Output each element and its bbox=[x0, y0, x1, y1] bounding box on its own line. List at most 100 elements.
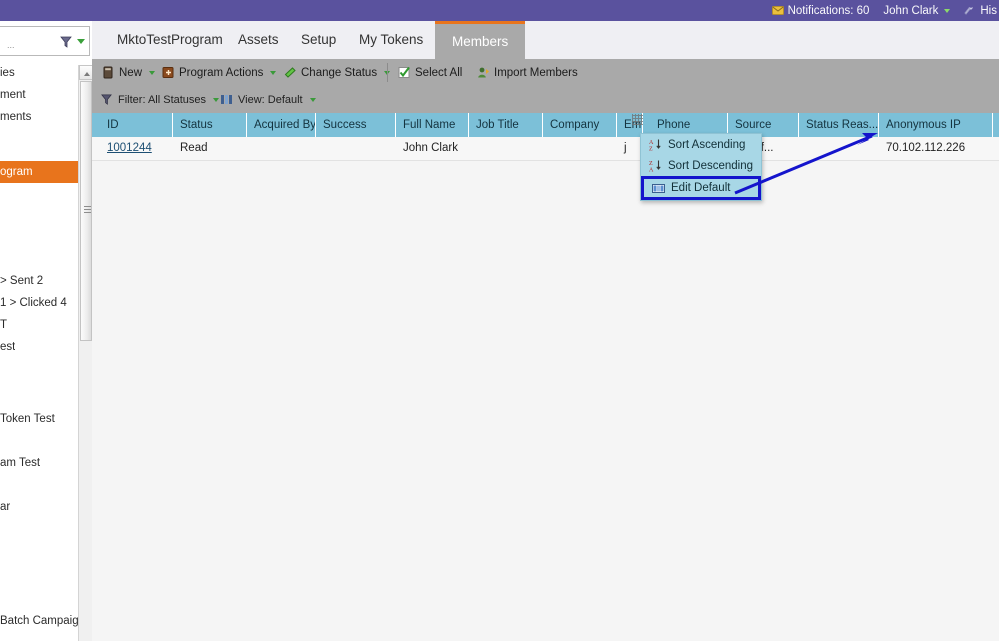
sidebar-item-9[interactable]: am Test bbox=[0, 455, 40, 471]
sidebar-item-label: ar bbox=[0, 501, 11, 513]
filter-statuses-button[interactable]: Filter: All Statuses bbox=[100, 86, 220, 113]
column-header-label: ID bbox=[107, 119, 119, 131]
view-default-button[interactable]: View: Default bbox=[220, 86, 316, 113]
sidebar-item-8[interactable]: Token Test bbox=[0, 411, 55, 427]
sidebar-scrollbar[interactable] bbox=[78, 65, 92, 641]
members-toolbar: New Program Actions Change Status Select… bbox=[92, 59, 999, 87]
sidebar-item-1[interactable]: ment bbox=[0, 87, 26, 103]
select-all-button[interactable]: Select All bbox=[398, 59, 462, 86]
column-header-context-menu[interactable]: A Z Sort Ascending Z A Sort Descending E… bbox=[640, 133, 762, 201]
tab-label: My Tokens bbox=[359, 32, 424, 47]
change-status-icon bbox=[284, 66, 297, 79]
column-drag-handle-icon[interactable] bbox=[632, 114, 643, 125]
sort-descending-icon: Z A bbox=[649, 159, 662, 174]
menu-item-edit-default[interactable]: Edit Default bbox=[641, 176, 761, 200]
sidebar-item-2[interactable]: ments bbox=[0, 109, 31, 125]
tab-label: MktoTestProgram bbox=[117, 32, 223, 47]
tab-members[interactable]: Members bbox=[435, 21, 526, 59]
topbar-right-group: Notifications: 60 John Clark His bbox=[771, 0, 999, 21]
sidebar-item-6[interactable]: T bbox=[0, 317, 7, 333]
program-actions-icon bbox=[162, 66, 175, 79]
cell-id[interactable]: 1001244 bbox=[100, 137, 173, 160]
cell-value: 70.102.112.226 bbox=[886, 142, 966, 154]
svg-text:Z: Z bbox=[649, 161, 653, 167]
sort-ascending-icon: A Z bbox=[649, 138, 662, 153]
column-header-company[interactable]: Company bbox=[543, 113, 617, 137]
funnel-icon[interactable] bbox=[59, 35, 73, 49]
user-menu-button[interactable]: John Clark bbox=[883, 5, 951, 17]
sidebar-scrollbar-thumb[interactable] bbox=[80, 81, 92, 341]
cell-job-title bbox=[469, 137, 543, 160]
sidebar-item-11[interactable]: Batch Campaign bbox=[0, 613, 85, 629]
table-row[interactable]: 1001244 Read John Clark j Ref... 70.102.… bbox=[92, 137, 999, 161]
columns-icon bbox=[220, 93, 233, 106]
column-header-id[interactable]: ID bbox=[100, 113, 173, 137]
sidebar-search-box[interactable]: ... bbox=[0, 26, 90, 56]
scrollbar-grip-icon bbox=[84, 206, 91, 215]
sidebar-item-10[interactable]: ar bbox=[0, 499, 10, 515]
cell-value: John Clark bbox=[403, 142, 458, 154]
tab-label: Setup bbox=[301, 32, 337, 47]
scroll-up-arrow-icon[interactable] bbox=[79, 65, 92, 80]
program-actions-label: Program Actions bbox=[179, 66, 264, 79]
import-members-label: Import Members bbox=[494, 66, 578, 79]
cell-status-reason bbox=[799, 137, 879, 160]
funnel-icon bbox=[100, 93, 113, 106]
column-header-label: Source bbox=[735, 119, 772, 131]
check-icon bbox=[398, 66, 411, 79]
program-actions-button[interactable]: Program Actions bbox=[162, 59, 277, 86]
sidebar-item-4[interactable]: > Sent 2 bbox=[0, 273, 43, 289]
tab-my-tokens[interactable]: My Tokens bbox=[342, 21, 440, 59]
cell-value: Read bbox=[180, 142, 208, 154]
top-navigation-bar: Notifications: 60 John Clark His bbox=[0, 0, 999, 21]
cell-acquired-by bbox=[247, 137, 316, 160]
filter-statuses-label: Filter: All Statuses bbox=[118, 93, 207, 106]
sidebar-item-label: > Sent 2 bbox=[0, 275, 44, 287]
tab-mktotestprogram[interactable]: MktoTestProgram bbox=[100, 21, 240, 59]
sidebar-item-label: Token Test bbox=[0, 413, 55, 425]
menu-item-sort-ascending[interactable]: A Z Sort Ascending bbox=[641, 134, 761, 155]
column-header-label: Phone bbox=[657, 119, 691, 131]
history-button[interactable]: His bbox=[964, 5, 997, 17]
column-header-label: Company bbox=[550, 119, 600, 131]
column-header-acquired-by[interactable]: Acquired By bbox=[247, 113, 316, 137]
menu-item-sort-descending[interactable]: Z A Sort Descending bbox=[641, 155, 761, 176]
program-tab-strip: MktoTestProgram Assets Setup My Tokens M… bbox=[92, 21, 999, 60]
grid-empty-area bbox=[92, 161, 999, 641]
column-header-success[interactable]: Success bbox=[316, 113, 396, 137]
change-status-label: Change Status bbox=[301, 66, 378, 79]
chevron-down-icon bbox=[270, 70, 277, 75]
notifications-icon bbox=[771, 5, 784, 16]
sidebar-item-5[interactable]: 1 > Clicked 4 bbox=[0, 295, 67, 311]
sidebar-search-placeholder: ... bbox=[7, 40, 15, 50]
sidebar-item-0[interactable]: ies bbox=[0, 65, 15, 81]
column-header-status-reason[interactable]: Status Reas... bbox=[799, 113, 879, 137]
column-header-anonymous-ip[interactable]: Anonymous IP bbox=[879, 113, 993, 137]
column-header-job-title[interactable]: Job Title bbox=[469, 113, 543, 137]
sidebar-item-label: ments bbox=[0, 111, 32, 123]
column-header-full-name[interactable]: Full Name bbox=[396, 113, 469, 137]
menu-item-label: Sort Ascending bbox=[668, 138, 746, 151]
members-grid: ID Status Acquired By Success Full Name … bbox=[92, 113, 999, 641]
column-header-status[interactable]: Status bbox=[173, 113, 247, 137]
notifications-button[interactable]: Notifications: 60 bbox=[771, 5, 869, 17]
menu-item-label: Edit Default bbox=[671, 182, 731, 194]
cell-company bbox=[543, 137, 617, 160]
tab-label: Members bbox=[452, 34, 509, 49]
new-button[interactable]: New bbox=[102, 59, 156, 86]
change-status-button[interactable]: Change Status bbox=[284, 59, 391, 86]
sidebar-item-label: 1 > Clicked 4 bbox=[0, 297, 67, 309]
tab-label: Assets bbox=[238, 32, 279, 47]
sidebar-item-7[interactable]: est bbox=[0, 339, 15, 355]
left-sidebar-panel: ... ies ment ments ogram > Sent 2 1 > Cl… bbox=[0, 21, 93, 641]
sidebar-item-selected-program[interactable]: ogram bbox=[0, 161, 78, 183]
sidebar-item-label: ment bbox=[0, 89, 26, 101]
svg-text:Z: Z bbox=[649, 147, 653, 152]
cell-value: j bbox=[624, 142, 627, 154]
chevron-down-icon bbox=[309, 97, 316, 102]
import-members-button[interactable]: Import Members bbox=[477, 59, 578, 86]
edit-columns-icon bbox=[652, 182, 665, 195]
sidebar-item-label: am Test bbox=[0, 457, 41, 469]
column-header-label: Anonymous IP bbox=[886, 119, 961, 131]
chevron-down-icon[interactable] bbox=[77, 39, 85, 44]
